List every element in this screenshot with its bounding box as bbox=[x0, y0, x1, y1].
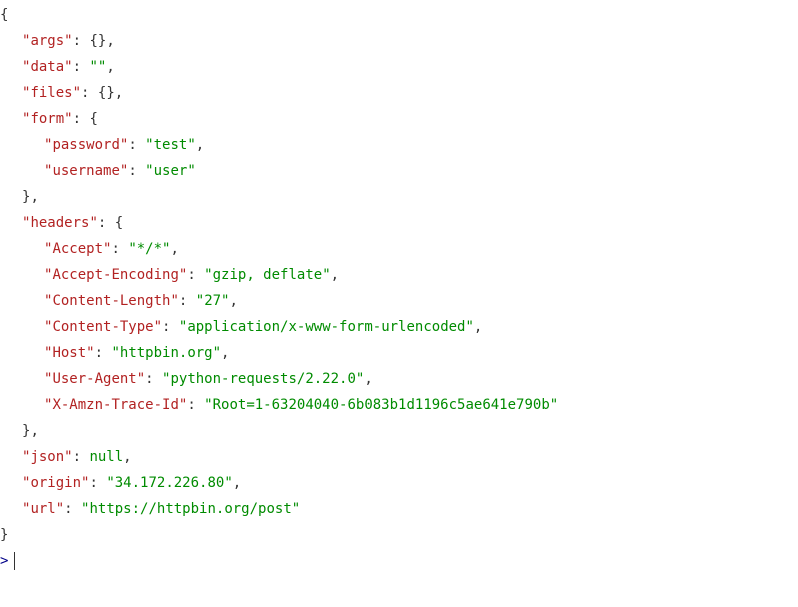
json-key-url: "url" bbox=[22, 501, 64, 517]
cursor bbox=[14, 552, 15, 570]
json-value-json: null bbox=[89, 449, 123, 465]
json-output: { "args": {}, "data": "", "files": {}, "… bbox=[0, 2, 798, 548]
json-value-accept: "*/*" bbox=[128, 241, 170, 257]
json-value-trace-id: "Root=1-63204040-6b083b1d1196c5ae641e790… bbox=[204, 397, 558, 413]
json-key-form: "form" bbox=[22, 111, 73, 127]
json-value-origin: "34.172.226.80" bbox=[106, 475, 232, 491]
json-key-headers: "headers" bbox=[22, 215, 98, 231]
json-key-user-agent: "User-Agent" bbox=[44, 371, 145, 387]
json-value-username: "user" bbox=[145, 163, 196, 179]
prompt-symbol: > bbox=[0, 548, 8, 574]
json-key-content-type: "Content-Type" bbox=[44, 319, 162, 335]
json-key-origin: "origin" bbox=[22, 475, 89, 491]
json-value-content-type: "application/x-www-form-urlencoded" bbox=[179, 319, 474, 335]
json-value-user-agent: "python-requests/2.22.0" bbox=[162, 371, 364, 387]
open-brace: { bbox=[0, 7, 8, 23]
json-key-host: "Host" bbox=[44, 345, 95, 361]
json-key-args: "args" bbox=[22, 33, 73, 49]
json-value-host: "httpbin.org" bbox=[111, 345, 221, 361]
json-key-data: "data" bbox=[22, 59, 73, 75]
json-value-content-length: "27" bbox=[196, 293, 230, 309]
prompt-line[interactable]: > bbox=[0, 548, 798, 574]
json-key-content-length: "Content-Length" bbox=[44, 293, 179, 309]
json-key-password: "password" bbox=[44, 137, 128, 153]
json-value-url: "https://httpbin.org/post" bbox=[81, 501, 300, 517]
json-key-accept: "Accept" bbox=[44, 241, 111, 257]
json-key-json: "json" bbox=[22, 449, 73, 465]
close-brace: } bbox=[0, 527, 8, 543]
json-key-username: "username" bbox=[44, 163, 128, 179]
json-value-files: {} bbox=[98, 85, 115, 101]
json-value-accept-encoding: "gzip, deflate" bbox=[204, 267, 330, 283]
json-value-args: {} bbox=[89, 33, 106, 49]
json-value-password: "test" bbox=[145, 137, 196, 153]
json-value-data: "" bbox=[89, 59, 106, 75]
json-key-files: "files" bbox=[22, 85, 81, 101]
json-key-accept-encoding: "Accept-Encoding" bbox=[44, 267, 187, 283]
json-key-trace-id: "X-Amzn-Trace-Id" bbox=[44, 397, 187, 413]
